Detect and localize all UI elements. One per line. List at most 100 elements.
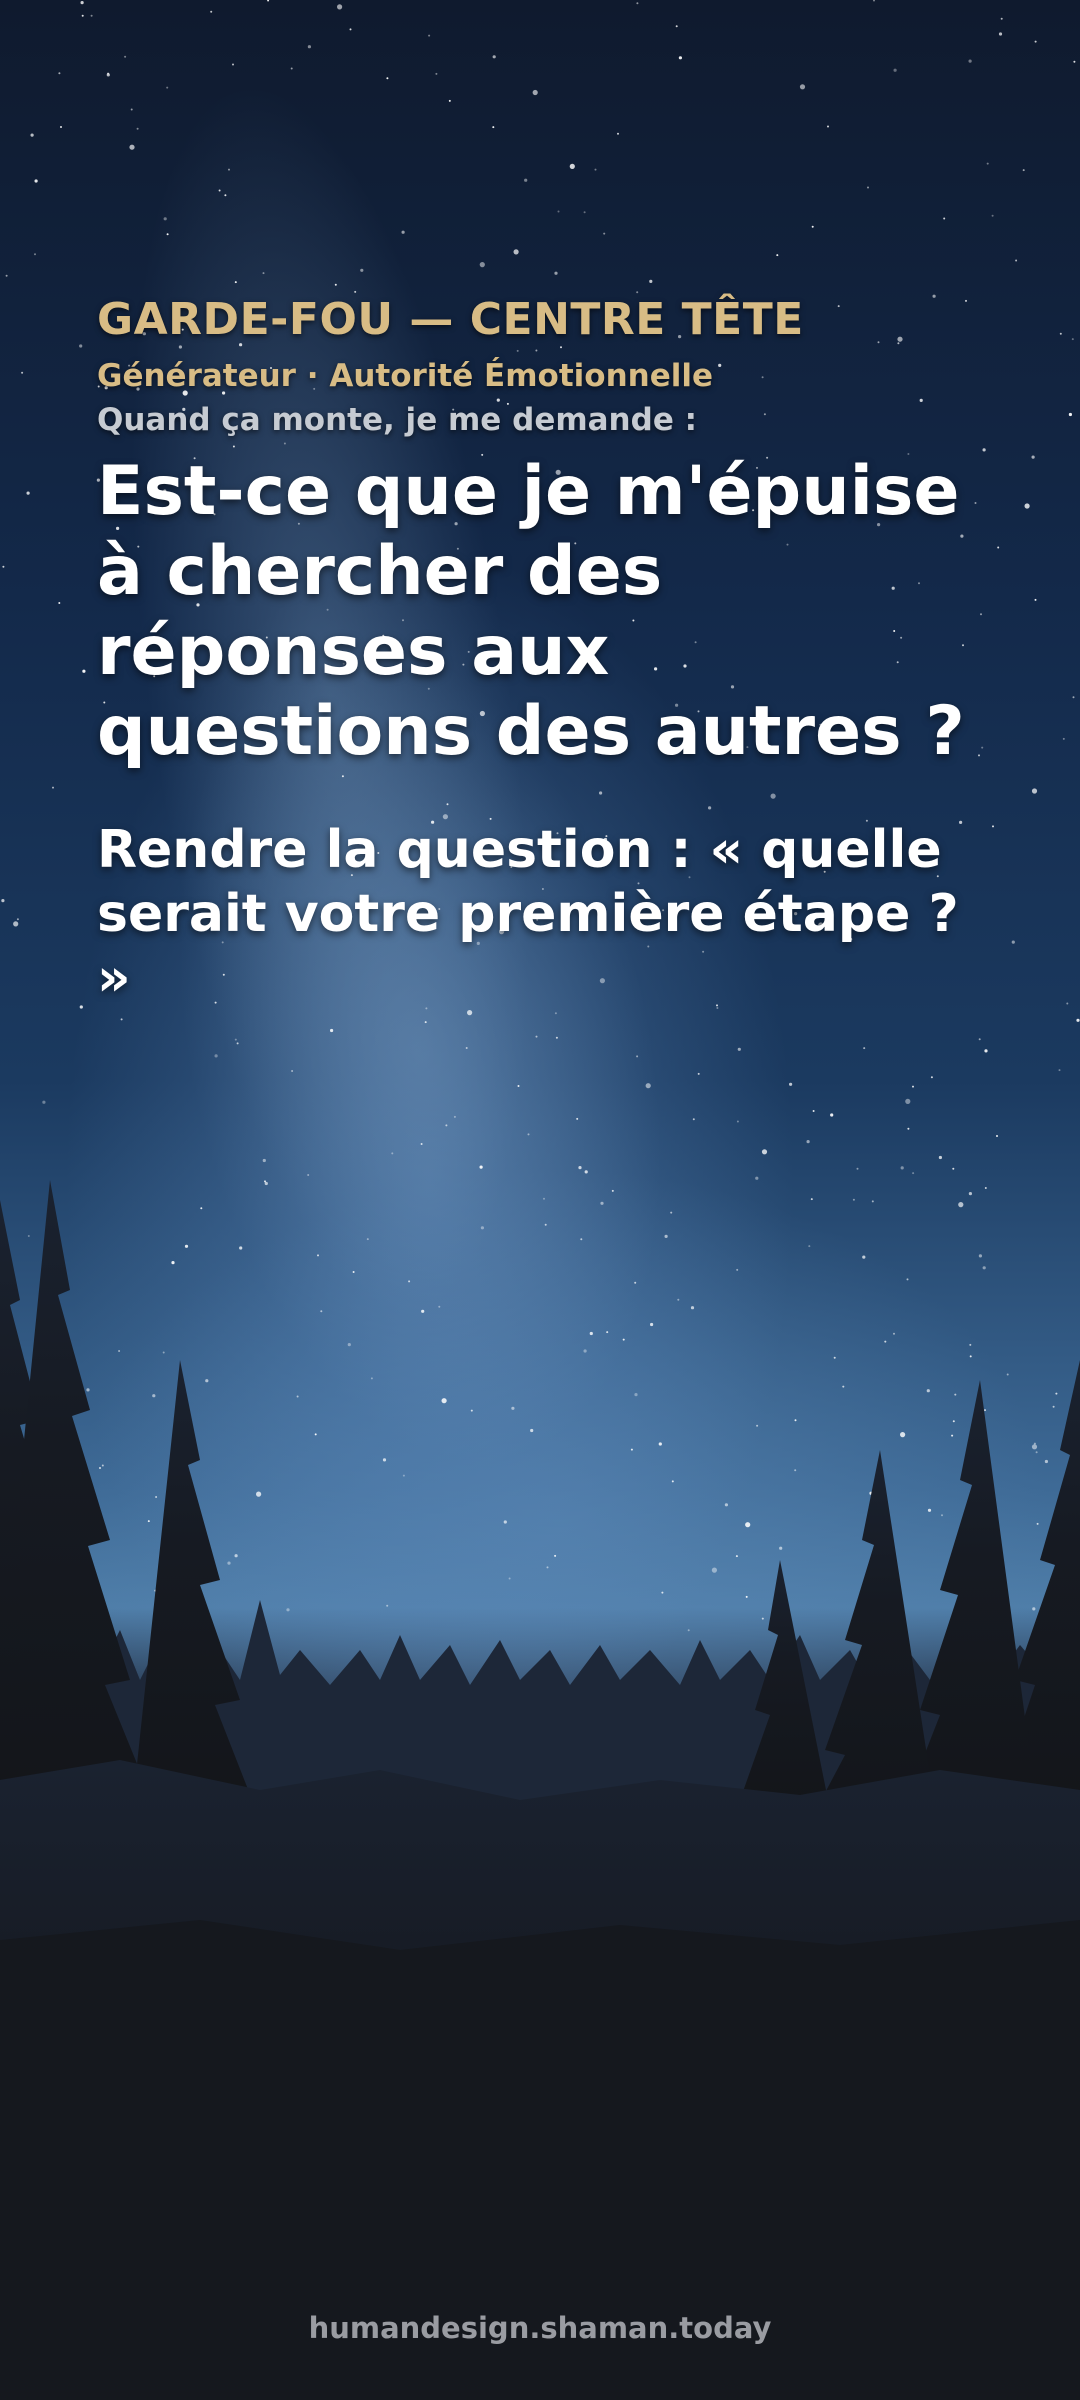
site-footer: humandesign.shaman.today bbox=[308, 2311, 772, 2345]
star bbox=[262, 1158, 266, 1163]
star bbox=[737, 1047, 741, 1051]
star bbox=[900, 1166, 904, 1170]
star bbox=[863, 1047, 866, 1050]
star bbox=[163, 217, 167, 221]
star bbox=[290, 67, 293, 70]
star bbox=[34, 253, 36, 256]
star bbox=[1, 899, 5, 903]
star bbox=[130, 108, 133, 111]
main-question: Est-ce que je m'épuise à chercher des ré… bbox=[97, 452, 965, 771]
star bbox=[1066, 1002, 1069, 1005]
star bbox=[645, 1083, 651, 1089]
star bbox=[675, 25, 678, 28]
star bbox=[555, 1036, 558, 1039]
star bbox=[867, 186, 869, 189]
type-authority-subtitle: Générateur · Autorité Émotionnelle bbox=[97, 358, 714, 394]
star bbox=[912, 1172, 915, 1175]
star bbox=[214, 1054, 218, 1058]
star bbox=[81, 14, 84, 17]
star bbox=[806, 1140, 810, 1144]
star bbox=[58, 72, 61, 75]
star bbox=[1034, 40, 1037, 43]
star bbox=[448, 99, 451, 102]
star bbox=[124, 55, 127, 58]
star bbox=[1015, 259, 1018, 262]
star bbox=[1068, 412, 1072, 417]
star bbox=[262, 272, 265, 275]
star bbox=[465, 1047, 468, 1049]
star bbox=[996, 1135, 998, 1137]
star bbox=[30, 133, 34, 137]
star bbox=[524, 178, 528, 182]
star bbox=[420, 1143, 423, 1145]
star bbox=[943, 217, 946, 220]
star bbox=[678, 56, 683, 60]
star bbox=[811, 225, 814, 228]
star bbox=[391, 1152, 394, 1155]
star bbox=[1062, 737, 1065, 740]
star bbox=[42, 1100, 46, 1104]
forest-silhouette bbox=[0, 1180, 1080, 2400]
star bbox=[692, 1118, 695, 1121]
star bbox=[968, 59, 972, 63]
star bbox=[827, 125, 829, 128]
star bbox=[428, 34, 431, 37]
star bbox=[603, 232, 606, 235]
star bbox=[492, 55, 496, 59]
star bbox=[978, 1038, 981, 1041]
star bbox=[26, 491, 30, 495]
star bbox=[636, 2, 639, 5]
star bbox=[1072, 696, 1075, 699]
star bbox=[584, 1170, 588, 1174]
star bbox=[535, 1035, 538, 1038]
star bbox=[986, 162, 989, 165]
star bbox=[1031, 455, 1035, 459]
star bbox=[236, 1042, 239, 1045]
star bbox=[776, 254, 779, 257]
star bbox=[554, 271, 558, 275]
star bbox=[1022, 169, 1025, 172]
star bbox=[789, 1082, 793, 1086]
star bbox=[16, 918, 19, 921]
guardrail-card-text: GARDE-FOU — CENTRE TÊTE Générateur · Aut… bbox=[97, 290, 997, 1010]
wallpaper-card: GARDE-FOU — CENTRE TÊTE Générateur · Aut… bbox=[0, 0, 1080, 2400]
star bbox=[893, 68, 897, 72]
star bbox=[232, 63, 234, 66]
star bbox=[21, 371, 24, 374]
star bbox=[636, 1055, 639, 1058]
star bbox=[517, 1085, 520, 1087]
star bbox=[349, 28, 352, 31]
star bbox=[166, 233, 169, 236]
star bbox=[386, 77, 389, 80]
star bbox=[234, 1038, 237, 1041]
star bbox=[424, 1021, 427, 1024]
star bbox=[291, 1070, 294, 1072]
star bbox=[938, 1155, 943, 1160]
star bbox=[578, 1166, 582, 1170]
star bbox=[527, 1133, 530, 1136]
star bbox=[337, 4, 343, 10]
star bbox=[569, 163, 575, 169]
star bbox=[1076, 1018, 1080, 1022]
star bbox=[907, 1127, 910, 1130]
star bbox=[435, 72, 438, 75]
star bbox=[1024, 503, 1030, 509]
star bbox=[401, 230, 405, 234]
star bbox=[34, 179, 38, 183]
star bbox=[80, 0, 84, 5]
star bbox=[532, 89, 538, 96]
star bbox=[82, 669, 86, 673]
star bbox=[120, 1018, 123, 1021]
star bbox=[479, 1165, 483, 1169]
star bbox=[107, 72, 110, 75]
star bbox=[13, 921, 19, 927]
star bbox=[930, 1076, 933, 1079]
star bbox=[234, 281, 237, 284]
star bbox=[1031, 788, 1038, 794]
star bbox=[830, 1113, 834, 1117]
star bbox=[307, 1174, 310, 1176]
star bbox=[984, 1049, 988, 1053]
star bbox=[812, 1110, 815, 1112]
star bbox=[1000, 17, 1003, 20]
star bbox=[166, 86, 169, 89]
